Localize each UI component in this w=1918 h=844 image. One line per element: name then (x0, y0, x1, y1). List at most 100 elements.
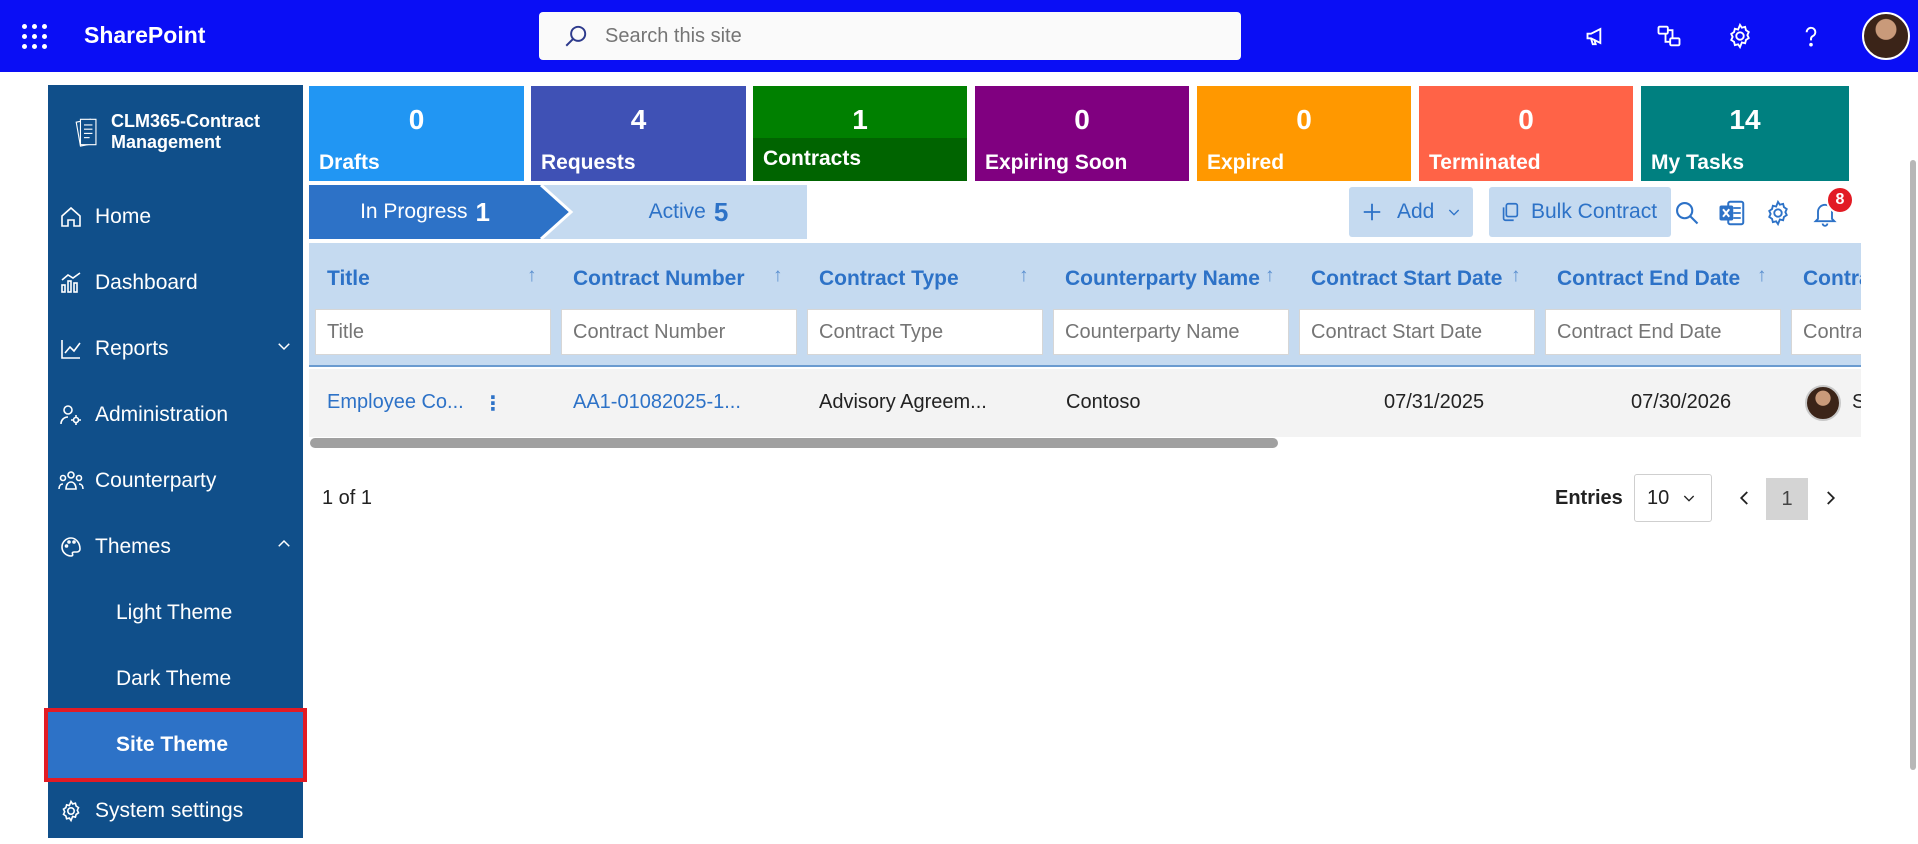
sort-arrow-icon[interactable]: ↑ (1757, 265, 1767, 287)
nav-light-theme-label: Light Theme (116, 601, 233, 624)
entries-select[interactable]: 10 (1634, 474, 1712, 522)
nav-home-label: Home (95, 205, 152, 228)
search-input[interactable] (605, 24, 1205, 48)
col-contract-owner[interactable]: Contra (1803, 267, 1861, 291)
current-page[interactable]: 1 (1766, 478, 1808, 520)
nav-themes[interactable]: Themes (48, 514, 303, 580)
sort-arrow-icon[interactable]: ↑ (1511, 265, 1521, 287)
nav-system-settings[interactable]: System settings (48, 778, 303, 844)
tile-expired[interactable]: 0 Expired (1197, 86, 1411, 181)
tile-expiring-soon-count: 0 (1074, 104, 1090, 135)
gear-icon (58, 798, 84, 824)
col-contract-type[interactable]: Contract Type (819, 267, 959, 291)
tile-drafts-label: Drafts (319, 151, 380, 174)
nav-themes-label: Themes (95, 535, 171, 558)
tab-active[interactable]: Active 5 (570, 185, 807, 239)
filter-title-input[interactable] (315, 309, 551, 355)
palette-icon (58, 534, 84, 560)
suite-header: SharePoint (0, 0, 1918, 72)
nav-light-theme[interactable]: Light Theme (48, 580, 303, 646)
search-icon[interactable] (1672, 198, 1702, 228)
user-avatar[interactable] (1862, 12, 1910, 60)
row-contract-number-link[interactable]: AA1-01082025-1... (573, 391, 741, 414)
documents-logo-icon (75, 118, 97, 147)
help-icon[interactable] (1795, 20, 1827, 52)
nav-home[interactable]: Home (48, 184, 303, 250)
sort-arrow-icon[interactable]: ↑ (1265, 265, 1275, 287)
nav-system-settings-label: System settings (95, 799, 244, 822)
nav-dark-theme[interactable]: Dark Theme (48, 646, 303, 712)
tile-my-tasks[interactable]: 14 My Tasks (1641, 86, 1849, 181)
app-logo-text: CLM365-Contract Management (111, 111, 261, 152)
tile-contracts[interactable]: 1 Contracts (753, 86, 967, 181)
connections-icon[interactable] (1653, 20, 1685, 52)
col-contract-number[interactable]: Contract Number (573, 267, 745, 291)
nav-counterparty[interactable]: Counterparty (48, 448, 303, 514)
search-box[interactable] (539, 12, 1241, 60)
page-vertical-scrollbar[interactable] (1910, 160, 1916, 770)
nav-administration[interactable]: Administration (48, 382, 303, 448)
tile-requests[interactable]: 4 Requests (531, 86, 746, 181)
add-button[interactable]: Add (1349, 187, 1473, 237)
bulk-contract-button[interactable]: Bulk Contract (1489, 187, 1671, 237)
tile-requests-count: 4 (630, 104, 647, 135)
filter-contract-type-input[interactable] (807, 309, 1043, 355)
counterparty-icon (58, 468, 84, 494)
reports-icon (58, 336, 84, 362)
nav-reports[interactable]: Reports (48, 316, 303, 382)
tile-drafts[interactable]: 0 Drafts (309, 86, 524, 181)
tile-expiring-soon[interactable]: 0 Expiring Soon (975, 86, 1189, 181)
entries-value: 10 (1647, 486, 1670, 509)
chevron-down-icon[interactable] (275, 337, 293, 361)
entries-label: Entries (1555, 487, 1623, 509)
tab-active-label: Active (648, 200, 706, 223)
col-counterparty-name[interactable]: Counterparty Name (1065, 267, 1260, 291)
nav-administration-label: Administration (95, 403, 229, 426)
nav-site-theme[interactable]: Site Theme (44, 708, 307, 782)
brand-link[interactable]: SharePoint (84, 22, 205, 49)
nav-dashboard[interactable]: Dashboard (48, 250, 303, 316)
nav-dashboard-label: Dashboard (95, 271, 198, 294)
next-page-icon[interactable] (1815, 480, 1845, 516)
dashboard-icon (58, 270, 84, 296)
administration-icon (58, 402, 84, 428)
nav-reports-label: Reports (95, 337, 169, 360)
sort-arrow-icon[interactable]: ↑ (527, 265, 537, 287)
home-icon (58, 204, 84, 230)
app-launcher-icon[interactable] (22, 24, 48, 50)
filter-contract-number-input[interactable] (561, 309, 797, 355)
tile-my-tasks-count: 14 (1729, 104, 1761, 135)
nav-site-theme-label: Site Theme (116, 733, 229, 756)
col-contract-end-date[interactable]: Contract End Date (1557, 267, 1740, 291)
table-row[interactable]: Employee Co... ⋮ AA1-01082025-1... Advis… (309, 369, 1861, 437)
excel-export-icon[interactable] (1717, 198, 1747, 228)
tile-expired-count: 0 (1296, 104, 1312, 135)
filter-contract-end-date-input[interactable] (1545, 309, 1781, 355)
settings-gear-icon[interactable] (1724, 20, 1756, 52)
tile-terminated[interactable]: 0 Terminated (1419, 86, 1633, 181)
sort-arrow-icon[interactable]: ↑ (773, 265, 783, 287)
megaphone-icon[interactable] (1582, 20, 1614, 52)
tab-in-progress-label: In Progress (360, 200, 468, 223)
filter-contract-owner-input[interactable] (1791, 309, 1861, 355)
column-settings-icon[interactable] (1763, 198, 1793, 228)
chevron-up-icon[interactable] (275, 535, 293, 559)
col-title[interactable]: Title (327, 267, 370, 291)
row-end-date: 07/30/2026 (1631, 391, 1732, 413)
tab-in-progress[interactable]: In Progress 1 (309, 185, 541, 239)
chevron-down-icon (1684, 495, 1695, 502)
row-title-link[interactable]: Employee Co... (327, 391, 464, 414)
nav-counterparty-label: Counterparty (95, 469, 217, 492)
tile-terminated-count: 0 (1518, 104, 1534, 135)
previous-page-icon[interactable] (1730, 480, 1760, 516)
sort-arrow-icon[interactable]: ↑ (1019, 265, 1029, 287)
col-contract-start-date[interactable]: Contract Start Date (1311, 267, 1502, 291)
more-options-icon[interactable]: ⋮ (483, 391, 503, 416)
tile-terminated-label: Terminated (1429, 151, 1541, 174)
filter-contract-start-date-input[interactable] (1299, 309, 1535, 355)
bulk-contract-label: Bulk Contract (1531, 200, 1658, 223)
app-logo[interactable]: CLM365-Contract Management (72, 107, 297, 157)
grid-horizontal-scrollbar[interactable] (310, 438, 1278, 448)
filter-counterparty-name-input[interactable] (1053, 309, 1289, 355)
plus-icon (1363, 203, 1381, 221)
